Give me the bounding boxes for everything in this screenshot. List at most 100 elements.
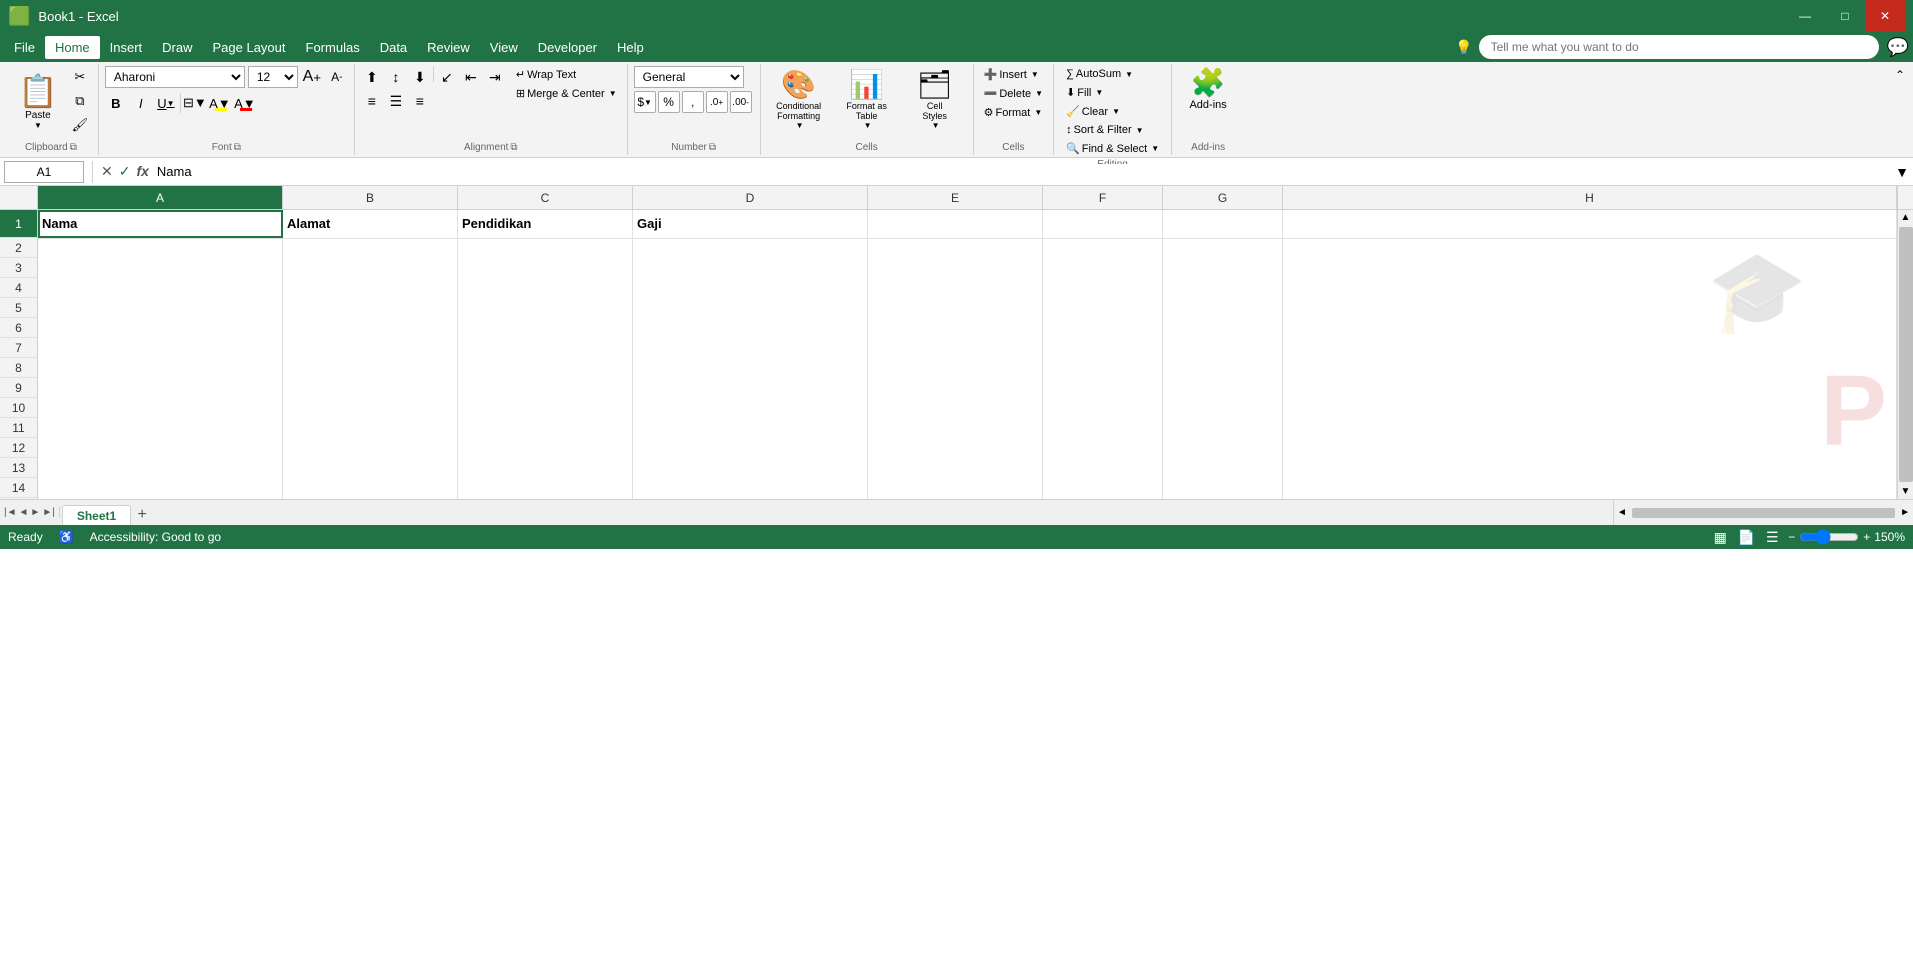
normal-view-button[interactable]: ▦ [1710, 527, 1730, 547]
cell-H14[interactable] [1283, 479, 1897, 499]
cell-C3[interactable] [458, 259, 633, 279]
cell-G12[interactable] [1163, 439, 1283, 459]
number-format-select[interactable]: General Number Currency Percentage [634, 66, 744, 88]
align-top-button[interactable]: ⬆ [361, 66, 383, 88]
cell-H4[interactable] [1283, 279, 1897, 299]
align-left-button[interactable]: ≡ [361, 90, 383, 112]
format-painter-button[interactable]: 🖌 [68, 114, 92, 136]
cell-A14[interactable] [38, 479, 283, 499]
sheet-next-button[interactable]: ► [30, 507, 40, 518]
cell-E10[interactable] [868, 399, 1043, 419]
cell-D6[interactable] [633, 319, 868, 339]
cell-F2[interactable] [1043, 239, 1163, 259]
align-middle-button[interactable]: ↕ [385, 66, 407, 88]
clear-button[interactable]: 🧹 Clear ▼ [1060, 103, 1165, 120]
scroll-left-button[interactable]: ◄ [1614, 507, 1630, 518]
cell-D11[interactable] [633, 419, 868, 439]
cell-C11[interactable] [458, 419, 633, 439]
cell-F9[interactable] [1043, 379, 1163, 399]
page-break-view-button[interactable]: ☰ [1762, 527, 1782, 547]
cell-D8[interactable] [633, 359, 868, 379]
cell-G8[interactable] [1163, 359, 1283, 379]
col-header-G[interactable]: G [1163, 186, 1283, 209]
cell-A4[interactable] [38, 279, 283, 299]
cell-B1[interactable]: Alamat [283, 210, 458, 238]
menu-draw[interactable]: Draw [152, 36, 202, 59]
cell-H11[interactable] [1283, 419, 1897, 439]
cell-F14[interactable] [1043, 479, 1163, 499]
addins-icon[interactable]: 🧩 [1191, 66, 1226, 99]
col-header-H[interactable]: H [1283, 186, 1897, 209]
zoom-out-button[interactable]: − [1788, 530, 1795, 544]
cell-E1[interactable] [868, 210, 1043, 238]
corner-cell[interactable] [0, 186, 38, 209]
format-as-table-button[interactable]: 📊 Format as Table ▼ [835, 66, 899, 132]
cell-C9[interactable] [458, 379, 633, 399]
cell-H12[interactable] [1283, 439, 1897, 459]
autosum-button[interactable]: ∑ AutoSum ▼ [1060, 66, 1165, 82]
paste-button[interactable]: 📋 Paste ▼ [10, 66, 66, 136]
alignment-expand-icon[interactable]: ⧉ [510, 142, 517, 153]
formula-function-icon[interactable]: fx [136, 163, 148, 180]
row-number-11[interactable]: 11 [0, 418, 37, 438]
font-family-select[interactable]: Aharoni [105, 66, 245, 88]
col-header-C[interactable]: C [458, 186, 633, 209]
scroll-thumb-horizontal[interactable] [1632, 508, 1895, 518]
menu-home[interactable]: Home [45, 36, 100, 59]
cell-B13[interactable] [283, 459, 458, 479]
italic-button[interactable]: I [130, 92, 152, 114]
cell-C13[interactable] [458, 459, 633, 479]
menu-review[interactable]: Review [417, 36, 480, 59]
col-header-E[interactable]: E [868, 186, 1043, 209]
conditional-formatting-button[interactable]: 🎨 Conditional Formatting ▼ [767, 66, 831, 132]
sheet-last-button[interactable]: ►| [42, 507, 55, 518]
cell-B9[interactable] [283, 379, 458, 399]
number-expand-icon[interactable]: ⧉ [709, 142, 716, 153]
cell-B8[interactable] [283, 359, 458, 379]
cell-F4[interactable] [1043, 279, 1163, 299]
cell-B4[interactable] [283, 279, 458, 299]
cell-E4[interactable] [868, 279, 1043, 299]
cell-H7[interactable] [1283, 339, 1897, 359]
indent-increase-button[interactable]: ⇥ [484, 66, 506, 88]
cell-A5[interactable] [38, 299, 283, 319]
cell-F5[interactable] [1043, 299, 1163, 319]
cell-C7[interactable] [458, 339, 633, 359]
cell-D2[interactable] [633, 239, 868, 259]
font-color-button[interactable]: A▼ [234, 92, 256, 114]
ribbon-collapse-button[interactable]: ⌃ [1895, 68, 1905, 82]
cell-A2[interactable] [38, 239, 283, 259]
cell-G13[interactable] [1163, 459, 1283, 479]
horizontal-scrollbar[interactable]: ◄ ► [1613, 500, 1913, 526]
menu-file[interactable]: File [4, 36, 45, 59]
cell-E14[interactable] [868, 479, 1043, 499]
align-bottom-button[interactable]: ⬇ [409, 66, 431, 88]
scroll-thumb-vertical[interactable] [1899, 227, 1913, 482]
cell-E2[interactable] [868, 239, 1043, 259]
cell-B6[interactable] [283, 319, 458, 339]
currency-button[interactable]: $▼ [634, 91, 656, 113]
font-grow-button[interactable]: A+ [301, 66, 323, 88]
search-input[interactable] [1479, 35, 1879, 59]
cell-E8[interactable] [868, 359, 1043, 379]
cell-B14[interactable] [283, 479, 458, 499]
row-number-14[interactable]: 14 [0, 478, 37, 498]
fill-color-button[interactable]: A▼ [209, 92, 231, 114]
cell-D9[interactable] [633, 379, 868, 399]
cell-G3[interactable] [1163, 259, 1283, 279]
cell-F12[interactable] [1043, 439, 1163, 459]
cell-D7[interactable] [633, 339, 868, 359]
cell-F10[interactable] [1043, 399, 1163, 419]
format-cells-button[interactable]: ⚙ Format ▼ [980, 104, 1047, 121]
cell-reference-box[interactable] [4, 161, 84, 183]
cell-E13[interactable] [868, 459, 1043, 479]
menu-formulas[interactable]: Formulas [296, 36, 370, 59]
chat-icon[interactable]: 💬 [1887, 37, 1909, 58]
cell-styles-button[interactable]: 🗂 Cell Styles ▼ [903, 66, 967, 132]
col-header-D[interactable]: D [633, 186, 868, 209]
formula-cancel-icon[interactable]: ✕ [101, 163, 113, 180]
cell-G9[interactable] [1163, 379, 1283, 399]
cell-B2[interactable] [283, 239, 458, 259]
find-select-button[interactable]: 🔍 Find & Select ▼ [1060, 140, 1165, 157]
cell-G1[interactable] [1163, 210, 1283, 238]
